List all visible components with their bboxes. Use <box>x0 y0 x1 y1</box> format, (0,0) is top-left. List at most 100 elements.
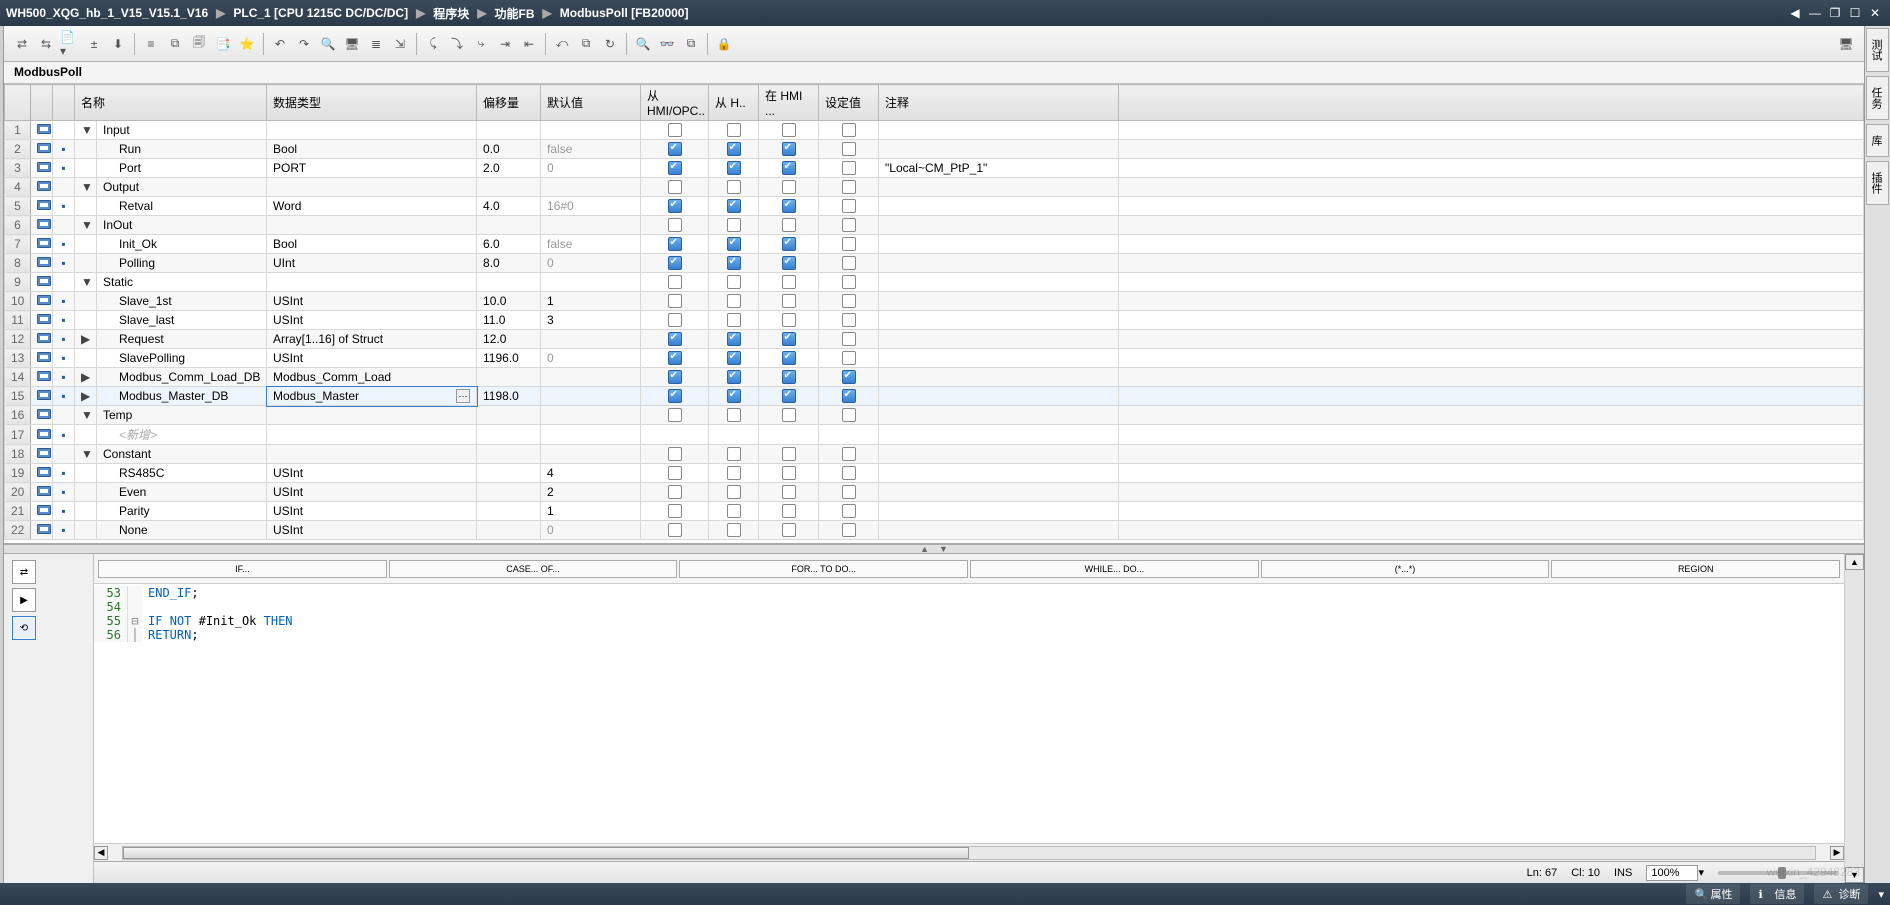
hscroll-right-icon[interactable]: ▶ <box>1830 846 1844 860</box>
side-tab[interactable]: 测试 <box>1866 28 1889 72</box>
expand-icon[interactable]: ▼ <box>75 445 97 464</box>
variable-row[interactable]: 11▪Slave_lastUSInt11.03 <box>5 311 1864 330</box>
splitter-up-icon[interactable]: ▲ <box>920 544 929 554</box>
variable-row[interactable]: 7▪Init_OkBool6.0false <box>5 235 1864 254</box>
prev-button[interactable]: ◀ <box>1786 5 1804 21</box>
variable-row[interactable]: 13▪SlavePollingUSInt1196.00 <box>5 349 1864 368</box>
col-name[interactable]: 名称 <box>75 85 267 121</box>
chk-setpoint[interactable] <box>819 368 879 387</box>
var-default[interactable]: 2 <box>541 483 641 502</box>
snippet-button[interactable]: CASE... OF... <box>389 560 678 578</box>
var-type[interactable]: Modbus_Master⋯ <box>267 387 477 406</box>
var-type[interactable]: USInt <box>267 292 477 311</box>
toolbar-icon[interactable]: ⧉ <box>165 34 185 54</box>
var-default[interactable]: 16#0 <box>541 197 641 216</box>
var-name[interactable]: RS485C <box>97 464 267 483</box>
chk-at-hmi[interactable] <box>759 197 819 216</box>
var-default[interactable] <box>541 387 641 406</box>
var-type[interactable]: USInt <box>267 521 477 540</box>
code-mini-btn-3[interactable]: ⟲ <box>12 616 36 640</box>
var-name[interactable]: Polling <box>97 254 267 273</box>
chk-at-hmi[interactable] <box>759 483 819 502</box>
variable-row[interactable]: 21▪ParityUSInt1 <box>5 502 1864 521</box>
var-name[interactable]: Slave_1st <box>97 292 267 311</box>
var-name[interactable]: SlavePolling <box>97 349 267 368</box>
hscroll-left-icon[interactable]: ◀ <box>94 846 108 860</box>
toolbar-icon[interactable]: ⇄ <box>12 34 32 54</box>
snippet-button[interactable]: WHILE... DO... <box>970 560 1259 578</box>
var-comment[interactable] <box>879 330 1119 349</box>
chk-setpoint[interactable] <box>819 483 879 502</box>
chk-hmi-opc[interactable] <box>641 483 709 502</box>
breadcrumb-item[interactable]: WH500_XQG_hb_1_V15_V15.1_V16 <box>6 6 208 20</box>
restore-button[interactable]: ❐ <box>1826 5 1844 21</box>
code-line[interactable]: 55⊟IF NOT #Init_Ok THEN <box>94 614 1844 628</box>
var-default[interactable]: 1 <box>541 502 641 521</box>
chk-at-hmi[interactable] <box>759 159 819 178</box>
toolbar-icon[interactable]: ≡ <box>141 34 161 54</box>
chk-at-hmi[interactable] <box>759 292 819 311</box>
vscroll-down-icon[interactable]: ▼ <box>1845 867 1864 883</box>
var-type[interactable]: Array[1..16] of Struct <box>267 330 477 349</box>
var-comment[interactable] <box>879 216 1119 235</box>
variable-row[interactable]: 3▪PortPORT2.00"Local~CM_PtP_1" <box>5 159 1864 178</box>
var-type[interactable]: PORT <box>267 159 477 178</box>
snippet-button[interactable]: (*...*) <box>1261 560 1550 578</box>
var-name[interactable]: Even <box>97 483 267 502</box>
toolbar-icon[interactable]: ⬇ <box>108 34 128 54</box>
chk-setpoint[interactable] <box>819 292 879 311</box>
chk-setpoint[interactable] <box>819 254 879 273</box>
side-tab[interactable]: 插件 <box>1866 161 1889 205</box>
expand-icon[interactable]: ▼ <box>75 121 97 140</box>
code-line[interactable]: 56│ RETURN; <box>94 628 1844 642</box>
chk-from-h[interactable] <box>709 368 759 387</box>
variable-row[interactable]: 10▪Slave_1stUSInt10.01 <box>5 292 1864 311</box>
toolbar-icon[interactable]: 🔒 <box>714 34 734 54</box>
chk-setpoint[interactable] <box>819 311 879 330</box>
var-comment[interactable] <box>879 521 1119 540</box>
code-line[interactable]: 53END_IF; <box>94 586 1844 600</box>
variable-row[interactable]: 17▪<新增> <box>5 425 1864 445</box>
toolbar-icon[interactable]: ⤺ <box>552 34 572 54</box>
chk-hmi-opc[interactable] <box>641 387 709 406</box>
var-default[interactable]: false <box>541 235 641 254</box>
section-row[interactable]: 16▼Temp <box>5 406 1864 425</box>
toolbar-icon[interactable]: 📄▾ <box>60 34 80 54</box>
var-comment[interactable] <box>879 197 1119 216</box>
expand-icon[interactable]: ▼ <box>75 178 97 197</box>
var-name[interactable]: Retval <box>97 197 267 216</box>
chk-setpoint[interactable] <box>819 502 879 521</box>
var-comment[interactable] <box>879 121 1119 140</box>
code-hscrollbar[interactable]: ◀ ▶ <box>94 843 1844 861</box>
var-name[interactable]: Static <box>97 273 267 292</box>
var-comment[interactable] <box>879 368 1119 387</box>
chk-setpoint[interactable] <box>819 349 879 368</box>
chk-from-h[interactable] <box>709 483 759 502</box>
toolbar-icon[interactable]: ⇥ <box>495 34 515 54</box>
close-button[interactable]: ✕ <box>1866 5 1884 21</box>
var-name[interactable]: Constant <box>97 445 267 464</box>
col-comment[interactable]: 注释 <box>879 85 1119 121</box>
var-default[interactable] <box>541 178 641 197</box>
chk-at-hmi[interactable] <box>759 330 819 349</box>
var-default[interactable] <box>541 368 641 387</box>
section-row[interactable]: 18▼Constant <box>5 445 1864 464</box>
bottom-chevron-icon[interactable]: ▾ <box>1878 888 1884 901</box>
code-mini-btn-1[interactable]: ⇄ <box>12 560 36 584</box>
toolbar-icon[interactable]: 🖥 <box>342 34 362 54</box>
code-vscrollbar[interactable]: ▲ ▼ <box>1844 554 1864 883</box>
variable-row[interactable]: 2▪RunBool0.0false <box>5 140 1864 159</box>
minimize-button[interactable]: — <box>1806 5 1824 21</box>
maximize-button[interactable]: ☐ <box>1846 5 1864 21</box>
var-type[interactable] <box>267 406 477 425</box>
chk-hmi-opc[interactable] <box>641 521 709 540</box>
var-type[interactable]: UInt <box>267 254 477 273</box>
toolbar-icon[interactable]: ⇆ <box>36 34 56 54</box>
toolbar-icon[interactable]: 🗐 <box>189 34 209 54</box>
var-comment[interactable] <box>879 445 1119 464</box>
toolbar-icon[interactable]: ↷ <box>294 34 314 54</box>
var-default[interactable]: 3 <box>541 311 641 330</box>
vscroll-up-icon[interactable]: ▲ <box>1845 554 1864 570</box>
var-type[interactable]: USInt <box>267 311 477 330</box>
chk-from-h[interactable] <box>709 254 759 273</box>
